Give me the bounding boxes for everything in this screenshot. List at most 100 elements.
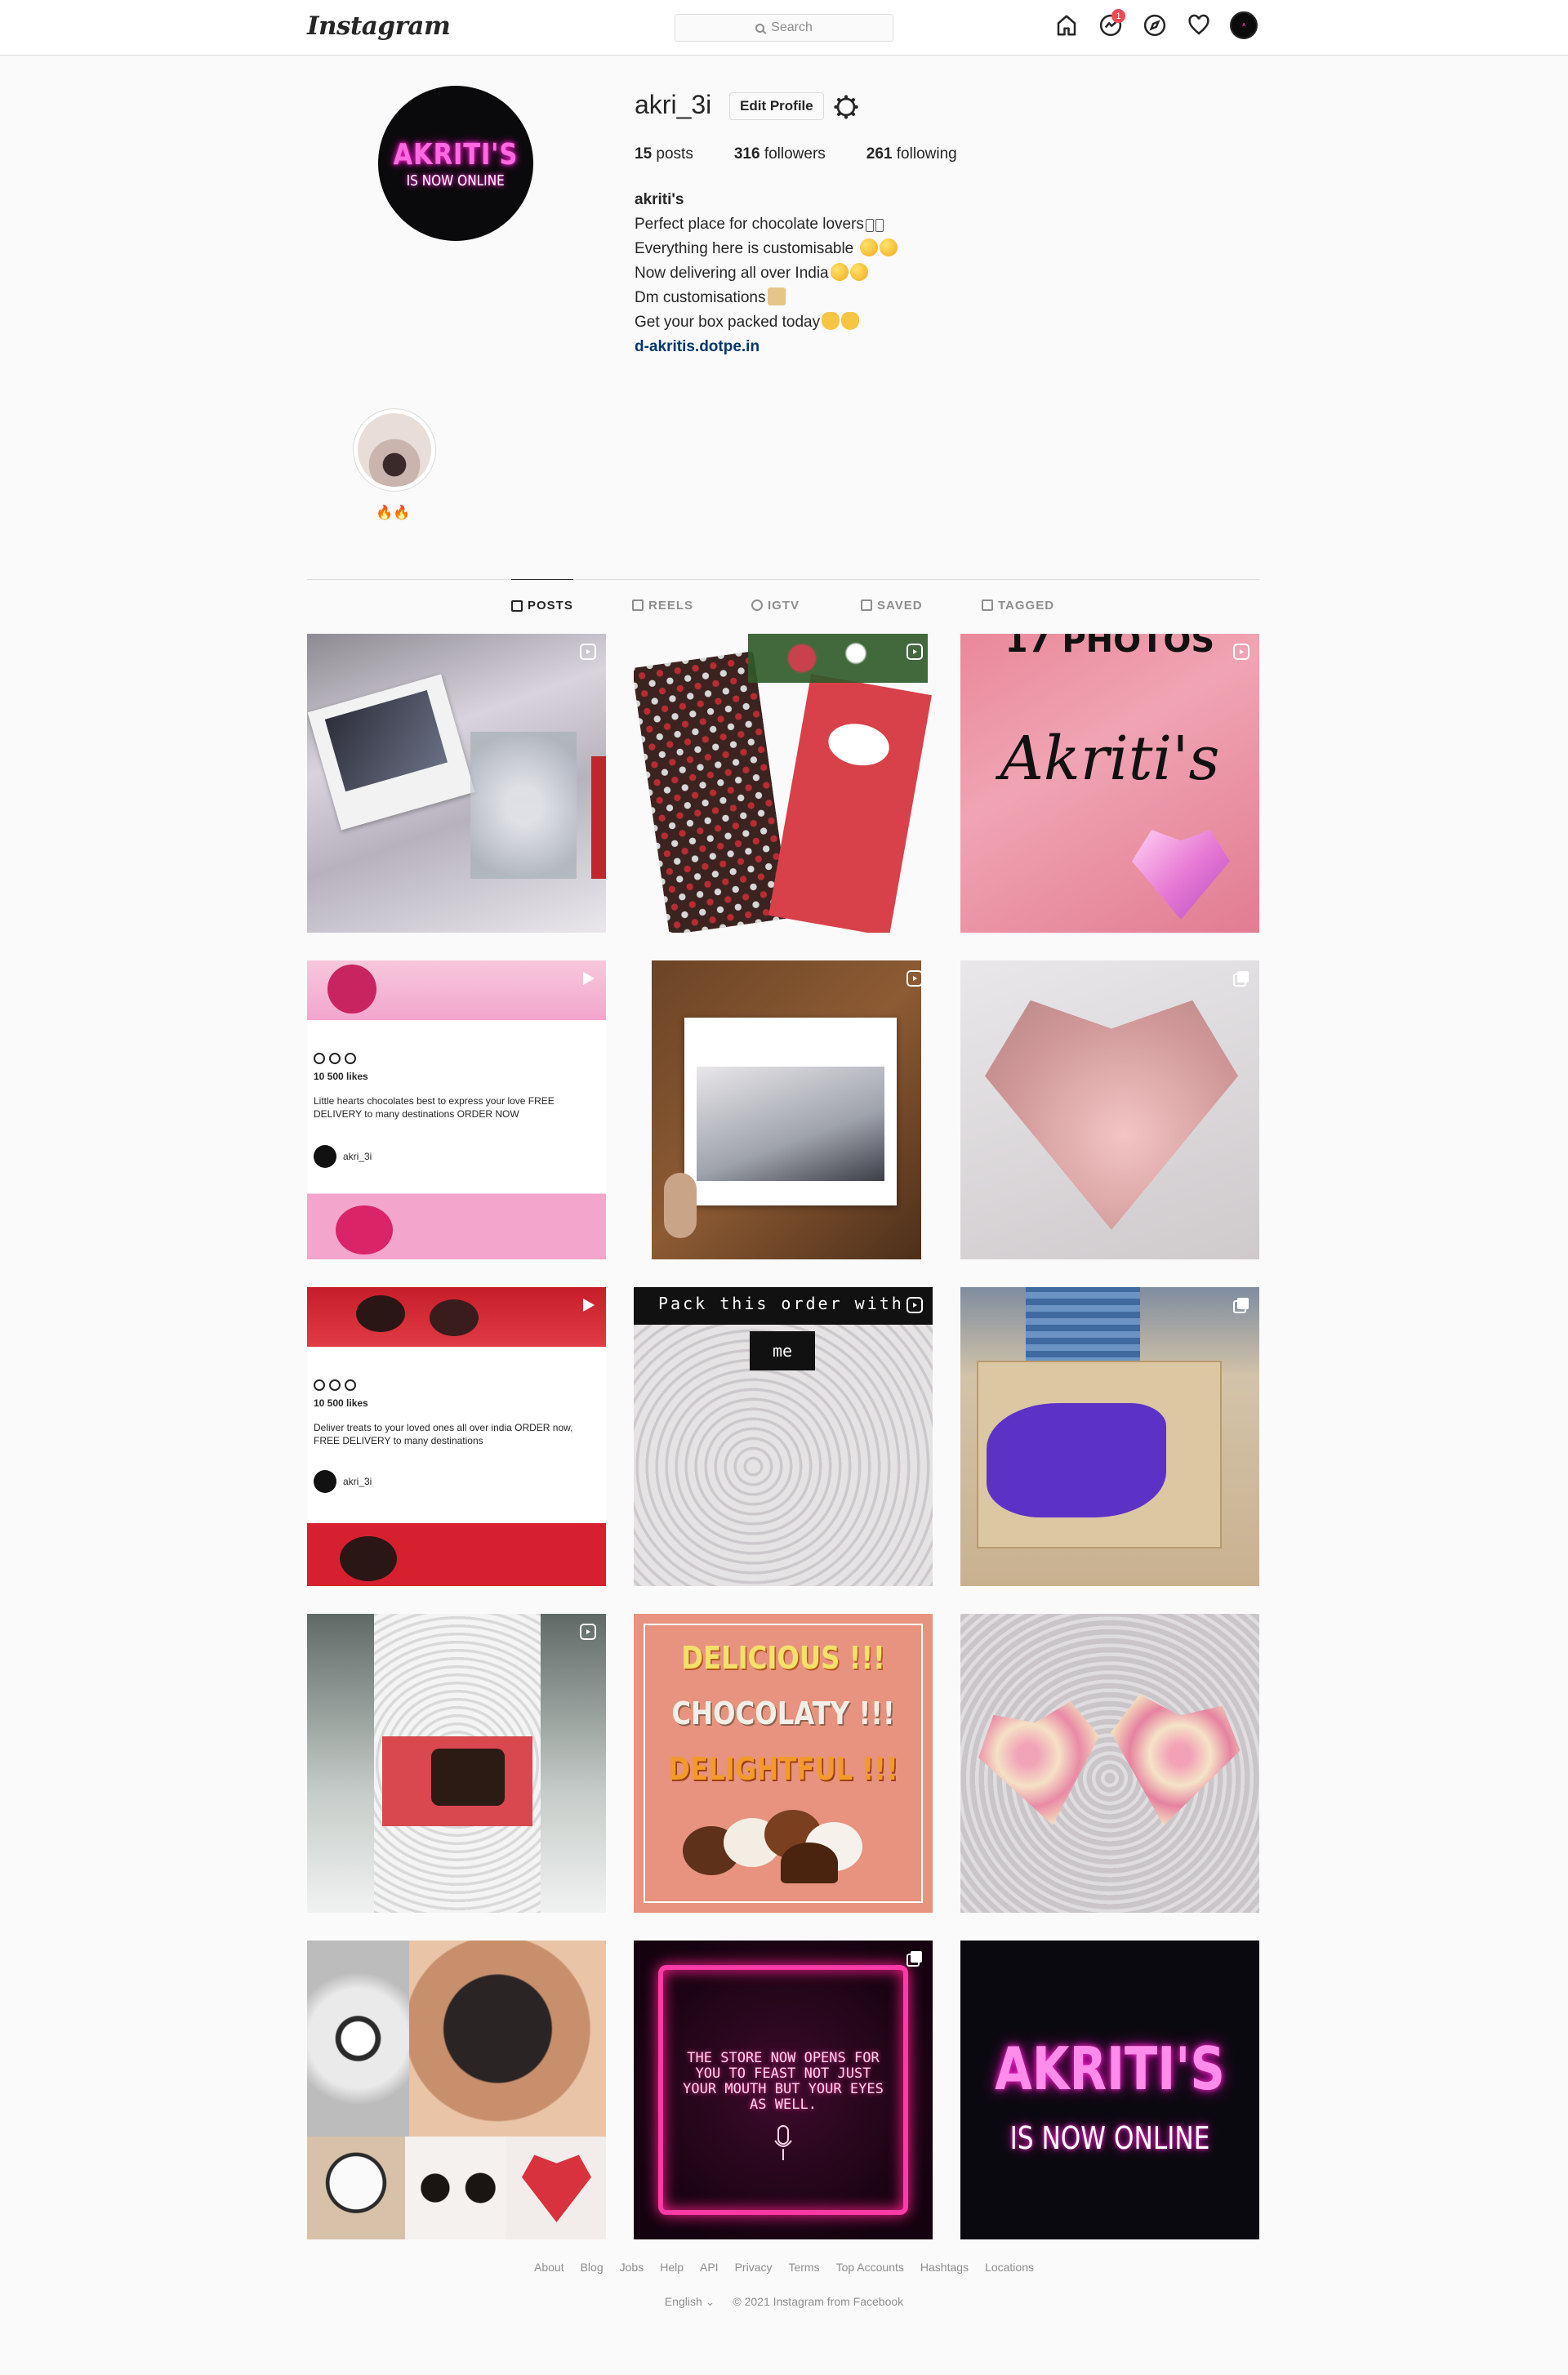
profile-tabs: POSTS REELS IGTV SAVED TAGGED (307, 579, 1259, 631)
post-overlay-text: Pack this order with (658, 1294, 904, 1313)
point-down-emoji-icon (822, 312, 840, 330)
footer-links: About Blog Jobs Help API Privacy Terms T… (0, 2261, 1568, 2274)
play-icon (583, 972, 595, 985)
footer: About Blog Jobs Help API Privacy Terms T… (0, 2261, 1568, 2309)
post-overlay-text: CHOCOLATY !!! (671, 1695, 895, 1731)
language-select[interactable]: English ⌄ (665, 2295, 715, 2309)
post-tile[interactable]: AKRITI'S IS NOW ONLINE (960, 1941, 1259, 2239)
footer-link[interactable]: Jobs (620, 2261, 644, 2274)
tab-saved[interactable]: SAVED (861, 579, 923, 631)
carousel-icon (1233, 1298, 1249, 1313)
reel-icon (1233, 644, 1250, 660)
profile-avatar[interactable]: AKRITI'S IS NOW ONLINE (378, 86, 533, 241)
post-tile[interactable] (960, 960, 1259, 1259)
top-nav: Instagram Search 1 A (0, 0, 1568, 56)
footer-link[interactable]: Blog (581, 2261, 604, 2274)
reels-icon (632, 599, 644, 611)
post-tile[interactable]: 10 500 likes Little hearts chocolates be… (307, 960, 606, 1259)
highlight-cover (358, 413, 431, 487)
point-down-emoji-icon (841, 312, 860, 330)
story-highlight[interactable] (353, 408, 436, 492)
heart-eyes-emoji-icon (849, 263, 868, 281)
profile-avatar-nav[interactable]: A (1230, 11, 1258, 39)
star-eyes-emoji-icon (859, 238, 878, 256)
post-tile[interactable] (634, 634, 933, 933)
carousel-icon (1233, 971, 1249, 987)
post-tile[interactable]: 17 PHOTOS Akriti's (960, 634, 1259, 933)
chocolates-image (683, 1810, 887, 1883)
instagram-logo[interactable]: Instagram (307, 11, 451, 41)
post-overlay-text: IS NOW ONLINE (1009, 2120, 1210, 2156)
website-link[interactable]: d-akritis.dotpe.in (635, 338, 760, 355)
explore-icon[interactable] (1142, 12, 1168, 38)
post-tile[interactable]: DELICIOUS !!! CHOCOLATY !!! DELIGHTFUL !… (634, 1614, 933, 1913)
footer-link[interactable]: API (700, 2261, 719, 2274)
footer-link[interactable]: Hashtags (920, 2261, 969, 2274)
post-tile[interactable] (960, 1287, 1259, 1586)
following-stat[interactable]: 261 following (866, 145, 957, 163)
reel-icon (906, 644, 923, 660)
marble-heart-image (971, 1694, 1113, 1836)
play-icon (583, 1299, 595, 1312)
igtv-icon (751, 599, 763, 611)
marble-heart-image (1099, 1687, 1247, 1835)
search-input[interactable]: Search (675, 14, 893, 42)
post-script-text: Akriti's (1000, 724, 1220, 794)
post-overlay-text: THE STORE NOW OPENS FOR YOU TO FEAST NOT… (683, 2050, 884, 2113)
post-tile[interactable] (960, 1614, 1259, 1913)
photo-card-image (307, 674, 475, 831)
posts-stat: 15 posts (635, 145, 693, 163)
tab-tagged[interactable]: TAGGED (982, 579, 1054, 631)
settings-gear-icon[interactable] (833, 94, 859, 120)
bio-line: Get your box packed today (635, 310, 898, 335)
video-frame-image (652, 960, 921, 1259)
post-tile[interactable] (307, 634, 606, 933)
tab-igtv[interactable]: IGTV (751, 579, 800, 631)
activity-heart-icon[interactable] (1186, 12, 1212, 38)
reel-icon (580, 1624, 596, 1640)
profile-username: akri_3i (635, 90, 712, 119)
choco-bar-wrap-image (768, 674, 932, 933)
post-mock-card: 10 500 likes Little hearts chocolates be… (307, 1046, 606, 1174)
tab-reels[interactable]: REELS (632, 579, 693, 631)
footer-link[interactable]: Locations (985, 2261, 1034, 2274)
home-icon[interactable] (1054, 12, 1080, 38)
post-tile[interactable]: Pack this order with me (634, 1287, 933, 1586)
followers-stat[interactable]: 316 followers (734, 145, 826, 163)
highlight-label: 🔥🔥 (376, 505, 411, 520)
post-tile[interactable] (634, 960, 933, 1259)
post-overlay-text: me (750, 1331, 815, 1370)
copyright: © 2021 Instagram from Facebook (733, 2295, 904, 2308)
post-overlay-text: DELICIOUS !!! (681, 1640, 885, 1676)
bio-line: Perfect place for chocolate lovers (635, 212, 898, 237)
reel-icon (906, 1297, 923, 1313)
tagged-icon (982, 599, 993, 611)
footer-link[interactable]: Terms (788, 2261, 819, 2274)
avatar-subtitle: IS NOW ONLINE (406, 172, 506, 189)
messages-badge: 1 (1111, 9, 1125, 23)
microphone-icon (774, 2125, 792, 2160)
messenger-icon[interactable]: 1 (1098, 9, 1125, 38)
bio-line: Dm customisations (635, 286, 898, 310)
post-tile[interactable] (307, 1614, 606, 1913)
box-lace-image (374, 1614, 541, 1913)
star-eyes-emoji-icon (879, 238, 898, 256)
edit-profile-button[interactable]: Edit Profile (729, 92, 824, 120)
tab-posts[interactable]: POSTS (511, 579, 573, 631)
post-tile[interactable]: 10 500 likes Deliver treats to your love… (307, 1287, 606, 1586)
reel-icon (906, 970, 923, 987)
bio-line: Everything here is customisable (635, 237, 898, 261)
avatar-mini-text: A (1242, 23, 1245, 28)
bookmark-icon (861, 599, 872, 611)
search-placeholder: Search (771, 20, 813, 34)
post-overlay-text: AKRITI'S (995, 2034, 1225, 2103)
footer-link[interactable]: About (534, 2261, 564, 2274)
chevron-down-icon: ⌄ (705, 2295, 715, 2308)
footer-link[interactable]: Privacy (735, 2261, 773, 2274)
footer-link[interactable]: Help (660, 2261, 684, 2274)
post-tile[interactable]: THE STORE NOW OPENS FOR YOU TO FEAST NOT… (634, 1941, 933, 2239)
post-tile[interactable] (307, 1941, 606, 2239)
scroll-emoji-icon (767, 287, 786, 305)
bio-name: akriti's (635, 191, 684, 208)
footer-link[interactable]: Top Accounts (836, 2261, 904, 2274)
